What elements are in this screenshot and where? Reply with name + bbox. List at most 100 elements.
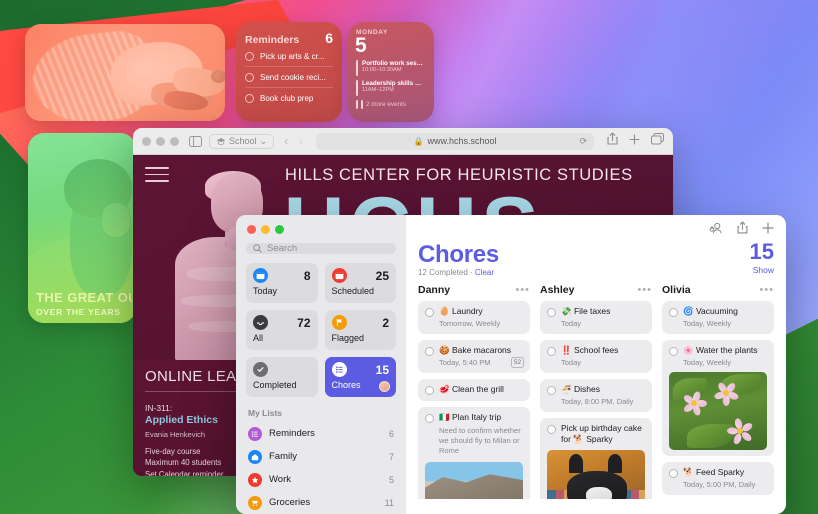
task-title: Feed Sparky (695, 467, 745, 478)
smart-list-label: All (253, 333, 264, 343)
event-color-bar (356, 79, 358, 96)
outdoors-title: THE GREAT OUTDOORS (36, 290, 132, 305)
close-window-button[interactable] (142, 136, 151, 146)
sidebar-icon[interactable] (189, 135, 202, 147)
task-checkbox[interactable] (425, 346, 434, 356)
task-checkbox[interactable] (425, 413, 434, 423)
reminders-widget-item-label: Pick up arts & cr... (260, 52, 325, 61)
zoom-window-button[interactable] (170, 136, 179, 146)
dog-ear (568, 453, 584, 473)
smart-list-scheduled[interactable]: 25 Scheduled (324, 263, 396, 303)
smart-list-today[interactable]: 8 Today (246, 263, 318, 303)
calendar-more-events[interactable]: 2 more events (356, 99, 426, 109)
window-traffic-lights[interactable] (247, 225, 396, 234)
list-item-family[interactable]: Family 7 (246, 445, 396, 468)
minimize-window-button[interactable] (156, 136, 165, 146)
list-item-label: Reminders (269, 428, 315, 439)
task-attachment-photo[interactable] (547, 450, 645, 499)
task-card[interactable]: 🥩 Clean the grill (418, 379, 530, 402)
task-title: Water the plants (695, 345, 758, 356)
calendar-event-title: Leadership skills wor... (362, 79, 426, 87)
task-card[interactable]: 🍪 Bake macarons Today, 5:40 PM 52 (418, 340, 530, 374)
task-attachment-photo[interactable] (669, 372, 767, 451)
hamburger-menu-icon[interactable] (145, 167, 169, 187)
task-card[interactable]: 🌀 Vacuuming Today, Weekly (662, 301, 774, 335)
checkbox-circle-icon[interactable] (245, 73, 254, 82)
task-checkbox[interactable] (547, 424, 556, 434)
smart-list-label: Completed (253, 380, 297, 390)
share-icon[interactable] (607, 132, 618, 150)
safari-navigation[interactable]: ‹ › (284, 134, 303, 148)
column-ashley: Ashley ••• 💸 File taxes Today ‼️ School … (540, 284, 652, 499)
reminders-widget-item[interactable]: Send cookie reci... (245, 67, 333, 88)
task-card[interactable]: 🥚 Laundry Tomorrow, Weekly (418, 301, 530, 335)
task-due: Today, 8:00 PM, Daily (561, 397, 634, 407)
calendar-event[interactable]: Portfolio work session 10:00–10:30AM (356, 59, 426, 76)
calendar-event-title: Portfolio work session (362, 59, 426, 67)
smart-list-label: Flagged (331, 333, 365, 343)
search-input[interactable]: Search (246, 243, 396, 254)
task-card[interactable]: 🌸 Water the plants Today, Weekly (662, 340, 774, 457)
calendar-day-number: 5 (355, 34, 367, 57)
task-attachment-photo[interactable] (425, 461, 523, 499)
tab-overview-icon[interactable] (651, 132, 664, 150)
column-options-icon[interactable]: ••• (515, 285, 530, 295)
task-title: Bake macarons (451, 345, 512, 356)
photo-widget[interactable] (25, 24, 225, 121)
reminders-widget[interactable]: Reminders 6 Pick up arts & cr... Send co… (236, 22, 342, 122)
share-icon[interactable] (737, 221, 748, 239)
task-checkbox[interactable] (425, 385, 434, 395)
smart-list-count: 15 (375, 362, 389, 377)
list-item-work[interactable]: Work 5 (246, 468, 396, 491)
task-card[interactable]: 💸 File taxes Today (540, 301, 652, 335)
list-item-reminders[interactable]: Reminders 6 (246, 422, 396, 445)
smart-list-all[interactable]: 72 All (246, 310, 318, 350)
task-checkbox[interactable] (669, 468, 678, 478)
task-checkbox[interactable] (547, 385, 556, 395)
profile-switcher-button[interactable]: School ⌄ (209, 133, 275, 149)
task-card[interactable]: 🍜 Dishes Today, 8:00 PM, Daily (540, 379, 652, 413)
list-item-groceries[interactable]: Groceries 11 (246, 491, 396, 514)
outdoors-photo-widget[interactable]: THE GREAT OUTDOORS OVER THE YEARS (28, 133, 136, 323)
task-checkbox[interactable] (669, 346, 678, 356)
page-title: Chores (418, 241, 499, 268)
search-icon (253, 244, 262, 253)
zoom-window-button[interactable] (275, 225, 284, 234)
clear-button[interactable]: Clear (475, 268, 494, 277)
task-card[interactable]: Pick up birthday cake for 🐕 Sparky (540, 418, 652, 499)
window-traffic-lights[interactable] (142, 136, 179, 146)
close-window-button[interactable] (247, 225, 256, 234)
add-person-icon[interactable] (709, 221, 723, 239)
column-options-icon[interactable]: ••• (759, 285, 774, 295)
minimize-window-button[interactable] (261, 225, 270, 234)
task-card[interactable]: ‼️ School fees Today (540, 340, 652, 374)
checkbox-circle-icon[interactable] (245, 52, 254, 61)
reminders-app-window[interactable]: Search 8 Today 25 Scheduled 72 All 2 Fla… (236, 215, 786, 514)
checkbox-circle-icon[interactable] (245, 94, 254, 103)
calendar-widget[interactable]: MONDAY 5 Portfolio work session 10:00–10… (348, 22, 434, 122)
task-checkbox[interactable] (547, 346, 556, 356)
address-bar[interactable]: 🔒 www.hchs.school ⟳ (316, 132, 594, 150)
reminders-widget-item[interactable]: Pick up arts & cr... (245, 46, 333, 67)
task-checkbox[interactable] (669, 307, 678, 317)
smart-list-chores[interactable]: 15 Chores (324, 357, 396, 397)
safari-toolbar-right[interactable] (607, 132, 664, 150)
column-options-icon[interactable]: ••• (637, 285, 652, 295)
reminders-widget-title: Reminders (245, 34, 300, 46)
calendar-event[interactable]: Leadership skills wor... 11AM–12PM (356, 79, 426, 96)
smart-list-label: Scheduled (331, 286, 375, 296)
new-tab-icon[interactable] (629, 132, 640, 150)
calendar-today-icon (253, 268, 268, 283)
smart-list-completed[interactable]: Completed (246, 357, 318, 397)
back-button[interactable]: ‹ (284, 134, 288, 148)
reminders-widget-item[interactable]: Book club prep (245, 88, 333, 108)
reload-icon[interactable]: ⟳ (579, 136, 587, 147)
task-card[interactable]: 🐕 Feed Sparky Today, 5:00 PM, Daily (662, 462, 774, 496)
smart-list-flagged[interactable]: 2 Flagged (324, 310, 396, 350)
task-card[interactable]: 🇮🇹 Plan Italy trip Need to confirm wheth… (418, 407, 530, 499)
task-checkbox[interactable] (547, 307, 556, 317)
show-completed-button[interactable]: Show (750, 265, 774, 275)
add-reminder-button[interactable] (762, 221, 774, 239)
task-checkbox[interactable] (425, 307, 434, 317)
task-emoji: 🥩 (439, 384, 450, 395)
